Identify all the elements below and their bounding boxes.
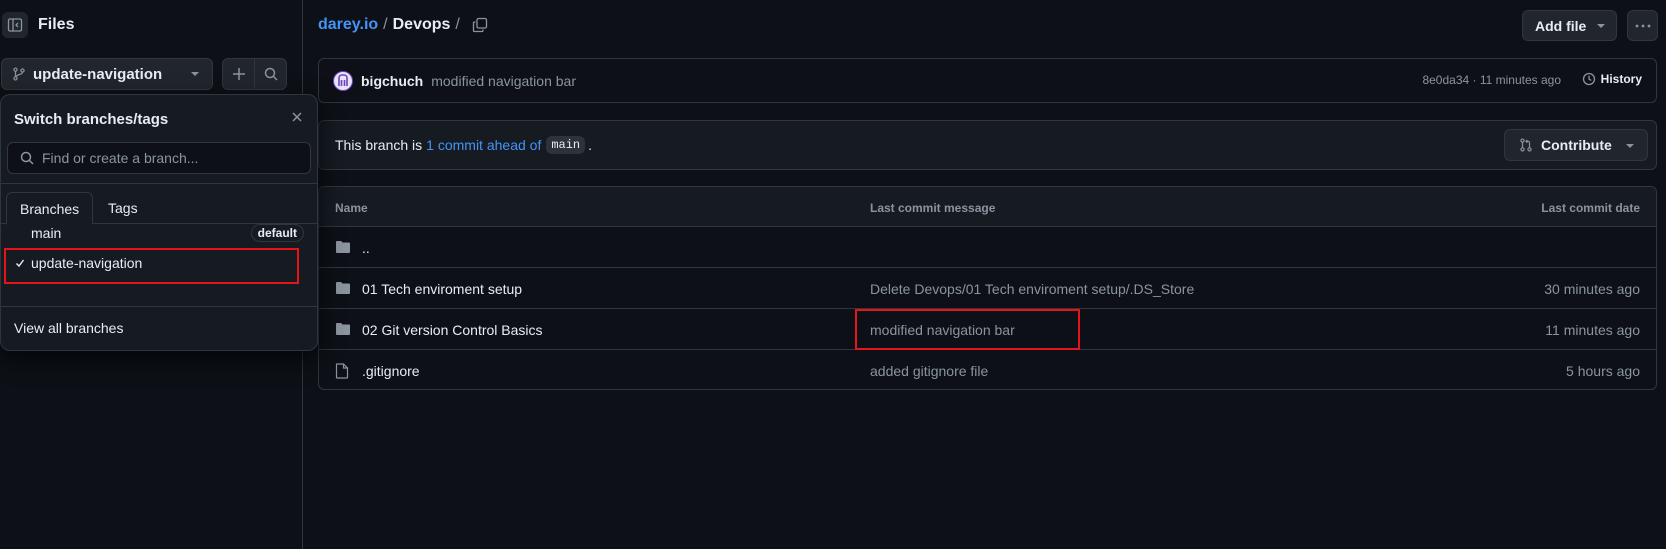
history-icon bbox=[1582, 72, 1595, 86]
contribute-label: Contribute bbox=[1541, 137, 1612, 153]
divider bbox=[1, 183, 317, 184]
chevron-down-icon bbox=[1597, 24, 1605, 28]
base-branch-code: main bbox=[546, 136, 586, 154]
add-file-label: Add file bbox=[1535, 17, 1587, 34]
branch-switch-popover: Switch branches/tags Branches Tags main … bbox=[0, 94, 318, 351]
commit-author[interactable]: bigchuch bbox=[361, 73, 423, 89]
file-name[interactable]: 02 Git version Control Basics bbox=[362, 322, 543, 338]
commit-meta[interactable]: 8e0da34 · 11 minutes ago bbox=[1422, 73, 1561, 87]
latest-commit-bar: bigchuch modified navigation bar 8e0da34… bbox=[318, 58, 1657, 103]
file-icon bbox=[335, 363, 349, 379]
divider bbox=[1, 306, 317, 307]
table-row[interactable]: 01 Tech enviroment setup Delete Devops/0… bbox=[319, 268, 1656, 309]
file-table: Name Last commit message Last commit dat… bbox=[318, 186, 1657, 390]
git-branch-icon bbox=[13, 67, 25, 81]
folder-icon bbox=[336, 282, 350, 294]
highlight-box bbox=[855, 309, 1080, 350]
commit-message[interactable]: modified navigation bar bbox=[431, 73, 576, 89]
breadcrumb-separator: / bbox=[383, 16, 388, 33]
avatar[interactable] bbox=[333, 70, 353, 91]
close-icon bbox=[292, 112, 302, 122]
commit-date: 30 minutes ago bbox=[1544, 281, 1640, 297]
branch-search-input[interactable] bbox=[42, 150, 292, 166]
popover-title: Switch branches/tags bbox=[14, 111, 169, 128]
search-icon bbox=[264, 67, 278, 81]
commit-message-link[interactable]: added gitignore file bbox=[870, 363, 988, 379]
commit-message-link[interactable]: Delete Devops/01 Tech enviroment setup/.… bbox=[870, 281, 1194, 297]
file-name[interactable]: .. bbox=[362, 240, 370, 256]
chevron-down-icon bbox=[1626, 144, 1634, 148]
table-row[interactable]: .. bbox=[319, 227, 1656, 268]
add-file-button[interactable]: Add file bbox=[1522, 10, 1617, 41]
commit-date: 5 hours ago bbox=[1566, 363, 1640, 379]
history-button[interactable]: History bbox=[1582, 72, 1642, 86]
sidebar-collapse-icon bbox=[7, 18, 23, 32]
history-label: History bbox=[1600, 72, 1642, 86]
commits-ahead-link[interactable]: 1 commit ahead of bbox=[426, 137, 541, 153]
breadcrumb-separator: / bbox=[455, 16, 460, 33]
collapse-sidebar-button[interactable] bbox=[2, 12, 28, 38]
kebab-horizontal-icon bbox=[1635, 24, 1650, 27]
file-name[interactable]: .gitignore bbox=[362, 363, 420, 379]
tree-actions bbox=[222, 58, 287, 90]
folder-icon bbox=[336, 241, 350, 253]
chevron-down-icon bbox=[191, 72, 199, 76]
default-badge: default bbox=[250, 224, 304, 242]
folder-icon bbox=[336, 323, 350, 335]
table-row[interactable]: 02 Git version Control Basics modified n… bbox=[319, 309, 1656, 350]
close-popover-button[interactable] bbox=[291, 111, 303, 123]
current-branch-name: update-navigation bbox=[33, 65, 163, 83]
branch-selector-button[interactable]: update-navigation bbox=[1, 58, 213, 90]
copy-path-button[interactable] bbox=[472, 17, 488, 33]
highlight-box bbox=[4, 248, 299, 284]
commit-date: 11 minutes ago bbox=[1545, 322, 1640, 338]
sidebar-title: Files bbox=[38, 16, 75, 33]
branch-item-label: main bbox=[31, 225, 62, 241]
search-icon bbox=[20, 151, 34, 165]
table-header: Name Last commit message Last commit dat… bbox=[319, 187, 1656, 227]
branch-status-suffix: . bbox=[588, 137, 593, 153]
search-files-button[interactable] bbox=[254, 59, 286, 89]
view-all-branches-link[interactable]: View all branches bbox=[14, 320, 123, 336]
branch-item-main[interactable]: main default bbox=[9, 218, 311, 248]
add-file-sidebar-button[interactable] bbox=[223, 59, 254, 89]
branch-search-box bbox=[7, 142, 311, 174]
header-last-commit-message: Last commit message bbox=[870, 201, 996, 215]
file-name[interactable]: 01 Tech enviroment setup bbox=[362, 281, 522, 297]
breadcrumb-current-folder: Devops bbox=[392, 16, 451, 33]
plus-icon bbox=[232, 68, 245, 80]
git-pull-request-icon bbox=[1520, 138, 1532, 152]
contribute-button[interactable]: Contribute bbox=[1504, 129, 1648, 161]
breadcrumb: darey.io / Devops / bbox=[318, 16, 465, 34]
header-last-commit-date: Last commit date bbox=[1541, 201, 1640, 215]
table-row[interactable]: .gitignore added gitignore file 5 hours … bbox=[319, 350, 1656, 389]
more-options-button[interactable] bbox=[1627, 10, 1658, 41]
branch-status-bar: This branch is 1 commit ahead of main . … bbox=[318, 120, 1657, 170]
header-name: Name bbox=[335, 201, 368, 215]
breadcrumb-repo-link[interactable]: darey.io bbox=[318, 16, 378, 34]
branch-status-prefix: This branch is bbox=[335, 137, 423, 153]
copy-icon bbox=[472, 17, 488, 33]
